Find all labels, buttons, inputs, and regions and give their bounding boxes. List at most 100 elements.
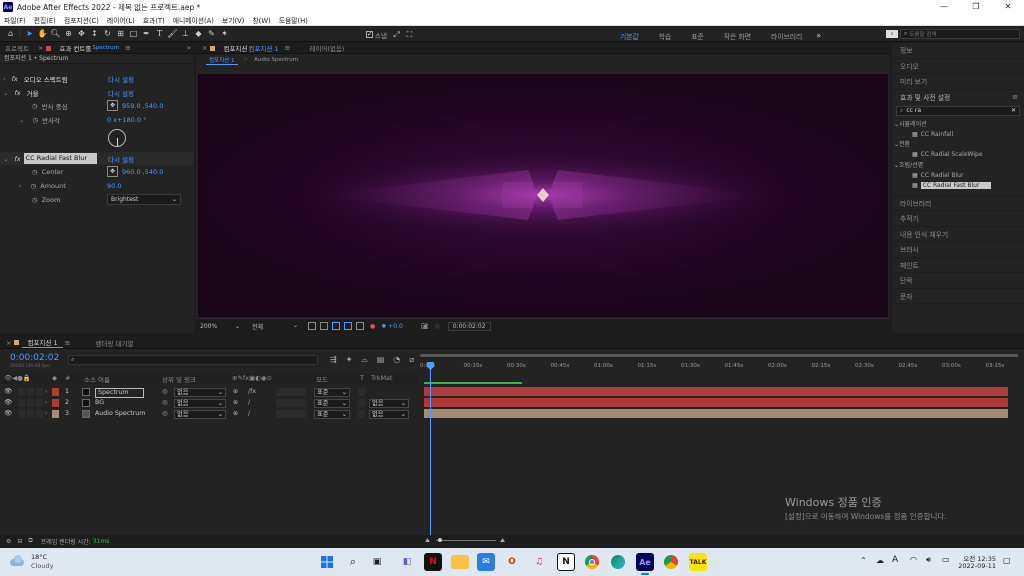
tree-item[interactable]: ▦ CC Rainfall: [894, 130, 991, 140]
tab-effect-controls[interactable]: 효과 컨트롤: [54, 43, 92, 53]
layer-bar-spectrum[interactable]: [424, 387, 1008, 396]
workspace-default[interactable]: 기본값: [610, 31, 649, 41]
expand-modes-icon[interactable]: ⊟: [17, 538, 22, 545]
stopwatch-icon[interactable]: ◷: [31, 182, 37, 190]
zoom-in-icon[interactable]: ⛰: [500, 537, 505, 545]
switches-column-icons[interactable]: ⊕✎fx▣◐◉⊙: [232, 374, 272, 382]
effect-row-mirror[interactable]: ⌄ fx 거울 다시 설정: [0, 86, 194, 99]
quality-switch-icon[interactable]: /fx: [248, 387, 256, 397]
angle-dial[interactable]: [108, 129, 126, 147]
mask-visibility-icon[interactable]: [332, 322, 340, 330]
subtab-audio-spectrum[interactable]: Audio Spectrum: [254, 57, 298, 63]
shy-switch-icon[interactable]: ⊕: [233, 387, 238, 397]
parent-dropdown[interactable]: 없음 ⌄: [174, 387, 226, 397]
dolly-camera-icon[interactable]: ↕: [88, 27, 101, 40]
workspace-libraries[interactable]: 라이브러리: [761, 31, 812, 41]
visibility-eye-icon[interactable]: 👁︎: [4, 387, 12, 397]
menu-file[interactable]: 파일(F): [0, 15, 30, 25]
type-tool-icon[interactable]: T: [153, 27, 166, 40]
pan-behind-icon[interactable]: ⊞: [114, 27, 127, 40]
tab-composition[interactable]: 컴포지션: [218, 43, 248, 53]
show-hidden-icons[interactable]: ⌃: [860, 556, 867, 565]
subtab-composition-1[interactable]: 컴포지션 1: [206, 56, 238, 65]
trkmat-dropdown[interactable]: 없음 ⌄: [369, 398, 409, 408]
menu-view[interactable]: 보기(V): [218, 15, 248, 25]
time-ruler[interactable]: 0:00s00:15s00:30s00:45s01:00s01:15s01:30…: [420, 363, 1018, 373]
effects-presets-header[interactable]: 효과 및 사전 설정 ≡: [892, 89, 1024, 105]
layer-bar-bg[interactable]: [424, 398, 1008, 407]
property-value[interactable]: 90.0: [107, 182, 121, 190]
blend-mode-dropdown[interactable]: 표준 ⌄: [314, 387, 350, 397]
playhead-line[interactable]: [430, 363, 431, 535]
solo-toggle-box[interactable]: [27, 388, 34, 396]
panel-content-aware-fill[interactable]: 내용 인식 채우기: [892, 226, 1024, 242]
orbit-camera-icon[interactable]: ⊕: [62, 27, 75, 40]
panel-character[interactable]: 문자: [892, 288, 1024, 304]
pickwhip-icon[interactable]: ◎: [162, 409, 168, 419]
rectangle-tool-icon[interactable]: □: [127, 27, 140, 40]
clock-date[interactable]: 2022-09-11: [956, 562, 996, 570]
column-parent[interactable]: 상위 및 링크: [162, 374, 196, 384]
menu-animation[interactable]: 애니메이션(A): [169, 15, 218, 25]
layer-name[interactable]: BG: [95, 398, 104, 408]
blend-mode-dropdown[interactable]: 표준 ⌄: [314, 398, 350, 408]
panel-menu-icon[interactable]: ≡: [125, 44, 131, 52]
menu-composition[interactable]: 컴포지션(C): [60, 15, 103, 25]
notifications-icon[interactable]: ▢: [1003, 556, 1011, 565]
ime-indicator[interactable]: A: [892, 555, 898, 565]
column-trkmat[interactable]: TrkMat: [371, 374, 393, 382]
workspace-standard[interactable]: 표준: [681, 31, 714, 41]
clone-stamp-icon[interactable]: ⊥: [179, 27, 192, 40]
collapse-arrow-icon[interactable]: ⌄: [3, 89, 8, 97]
kakaotalk-icon[interactable]: TALK: [689, 553, 707, 571]
effect-reset-link[interactable]: 다시 설정: [108, 74, 134, 84]
lock-toggle-box[interactable]: [36, 410, 43, 418]
comp-flowchart-icon[interactable]: ⇶: [330, 355, 337, 365]
timeline-zoom-slider[interactable]: [436, 540, 496, 541]
expand-arrow-icon[interactable]: ›: [3, 75, 6, 83]
trkmat-dropdown[interactable]: 없음 ⌄: [369, 409, 409, 419]
audio-toggle-box[interactable]: [18, 399, 25, 407]
stopwatch-icon[interactable]: ◷: [32, 196, 38, 204]
weather-temp[interactable]: 18°C: [31, 553, 47, 561]
preserve-transparency-box[interactable]: [358, 399, 365, 407]
expand-arrow-icon[interactable]: ›: [45, 387, 48, 397]
panel-libraries[interactable]: 라이브러리: [892, 195, 1024, 211]
workspace-more-icon[interactable]: »: [812, 29, 825, 42]
effects-search-field[interactable]: ⌕ cc ra ✕: [896, 105, 1020, 116]
panel-brushes[interactable]: 브러시: [892, 242, 1024, 258]
eraser-tool-icon[interactable]: ◆: [192, 27, 205, 40]
volume-icon[interactable]: 🔊︎: [926, 555, 931, 565]
quality-switch-icon[interactable]: /: [248, 409, 250, 419]
weather-cloud-icon[interactable]: [8, 553, 28, 569]
tab-render-queue[interactable]: 렌더링 대기열: [90, 338, 138, 348]
roto-brush-icon[interactable]: ✎: [205, 27, 218, 40]
panel-close-icon[interactable]: ×: [6, 339, 11, 347]
composition-canvas[interactable]: [198, 74, 888, 317]
search-help-field[interactable]: ⌕ 도움말 검색: [900, 29, 1020, 39]
search-help-icon[interactable]: ⌕: [886, 30, 898, 38]
fx-icon[interactable]: fx: [14, 155, 20, 163]
chat-icon[interactable]: ◧: [398, 553, 416, 571]
hand-tool-icon[interactable]: ✋: [36, 27, 49, 40]
close-button[interactable]: ✕: [992, 0, 1024, 14]
search-taskbar-icon[interactable]: ⌕: [344, 553, 362, 571]
puppet-tool-icon[interactable]: ✶: [218, 27, 231, 40]
lock-toggle-box[interactable]: [36, 388, 43, 396]
tree-category[interactable]: ⌄흐림/선명: [894, 161, 991, 171]
property-value[interactable]: 0 x+180.0 °: [107, 116, 146, 124]
tab-layer[interactable]: 레이어(없음): [304, 43, 349, 53]
expand-arrow-icon[interactable]: ⌄: [19, 116, 24, 124]
parent-dropdown[interactable]: 없음 ⌄: [174, 409, 226, 419]
layer-label-color[interactable]: [52, 410, 59, 418]
zoom-slider-handle[interactable]: [438, 538, 442, 542]
expand-arrow-icon[interactable]: ›: [19, 182, 22, 190]
snap-expand-icon[interactable]: ⛶: [403, 28, 416, 41]
zoom-tool-icon[interactable]: 🔍︎: [49, 27, 62, 40]
fx-icon[interactable]: fx: [14, 89, 20, 97]
stopwatch-icon[interactable]: ◷: [32, 116, 38, 124]
in-out-panes-icon[interactable]: ⧉: [28, 537, 32, 545]
zoom-out-icon[interactable]: ⛰: [425, 537, 430, 545]
solo-toggle-box[interactable]: [27, 410, 34, 418]
snap-options-icon[interactable]: ⤢: [390, 28, 403, 41]
